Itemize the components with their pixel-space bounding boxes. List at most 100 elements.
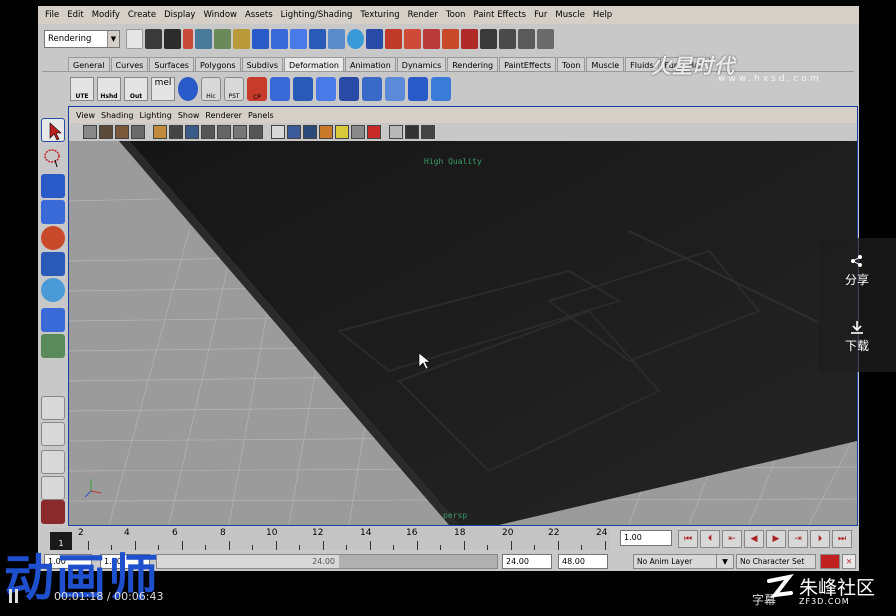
menu-modify[interactable]: Modify [88,6,124,24]
character-set-dropdown[interactable]: No Character Set [736,554,816,569]
menu-help[interactable]: Help [589,6,616,24]
shelf-tab-painteffects[interactable]: PaintEffects [499,57,557,72]
bend-icon[interactable]: Hic [201,76,221,101]
high-quality-icon[interactable] [367,125,381,139]
snap-plane-icon[interactable] [309,29,326,49]
new-scene-icon[interactable] [126,29,143,49]
hypershade-icon[interactable] [442,29,459,49]
layout-four-icon[interactable] [41,422,65,446]
sculpt-icon[interactable] [339,76,359,101]
nonlinear-icon[interactable] [362,76,382,101]
playback-end-field[interactable]: 24.00 [502,554,552,569]
shelf-tab-animation[interactable]: Animation [344,57,396,72]
xray-joints-icon[interactable] [421,125,435,139]
gate-mask-icon[interactable] [217,125,231,139]
wire-icon[interactable] [316,76,336,101]
lasso-tool-icon[interactable] [41,146,65,170]
field-chart-icon[interactable] [233,125,247,139]
mask-icon[interactable] [233,29,250,49]
menu-texturing[interactable]: Texturing [356,6,403,24]
play-backwards-icon[interactable]: ◀ [744,530,764,548]
shelf-tab-deformation[interactable]: Deformation [284,57,344,72]
snap-surface-icon[interactable] [328,29,345,49]
shelf-button-hshd[interactable]: Hshd [97,76,121,101]
layout-single-icon[interactable] [41,396,65,420]
render-view-icon[interactable] [461,29,478,49]
go-to-start-icon[interactable]: ⏮ [678,530,698,548]
ipr-icon[interactable] [404,29,421,49]
download-button[interactable]: 下载 [818,320,896,354]
menu-assets[interactable]: Assets [241,6,277,24]
menu-paint-effects[interactable]: Paint Effects [469,6,530,24]
panel-menu-view[interactable]: View [73,111,98,120]
grease-pencil-icon[interactable] [153,125,167,139]
step-forward-frame-icon[interactable]: ⏵ [810,530,830,548]
range-track[interactable]: 24.00 [156,554,498,569]
range-handle[interactable]: 24.00 [157,555,339,568]
auto-key-icon[interactable] [820,554,840,569]
menu-create[interactable]: Create [124,6,160,24]
shelf-tab-toon[interactable]: Toon [557,57,586,72]
shelf-tab-muscle[interactable]: Muscle [586,57,625,72]
squash-icon[interactable] [431,76,451,101]
current-time-field[interactable]: 1.00 [620,530,672,546]
shelf-tab-dynamics[interactable]: Dynamics [396,57,447,72]
texture-icon[interactable] [319,125,333,139]
universal-manipulator-icon[interactable] [41,278,65,302]
menu-set-select[interactable]: Rendering ▼ [44,30,120,48]
shelf-tab-general[interactable]: General [68,57,110,72]
shelf-tab-rendering[interactable]: Rendering [447,57,499,72]
film-gate-icon[interactable] [185,125,199,139]
step-back-key-icon[interactable]: ⇤ [722,530,742,548]
preferences-icon[interactable]: ✕ [842,554,856,569]
select-hierarchy-icon[interactable] [183,29,193,49]
play-forwards-icon[interactable]: ▶ [766,530,786,548]
panel-menu-panels[interactable]: Panels [245,111,277,120]
camera-attributes-icon[interactable] [83,125,97,139]
resolution-gate-icon[interactable] [201,125,215,139]
soft-modification-icon[interactable] [41,308,65,332]
anim-layer-arrow-icon[interactable]: ▼ [716,554,734,569]
show-manipulator-icon[interactable] [41,334,65,358]
wave-icon[interactable] [408,76,428,101]
viewport-3d[interactable]: High Quality persp [69,141,857,525]
shelf-tab-curves[interactable]: Curves [110,57,149,72]
isolate-select-icon[interactable] [389,125,403,139]
end-time-field[interactable]: 48.00 [558,554,608,569]
lights-icon[interactable] [335,125,349,139]
step-back-frame-icon[interactable]: ⏴ [700,530,720,548]
save-scene-icon[interactable] [164,29,181,49]
cluster-icon[interactable]: CP [247,76,267,101]
select-object-icon[interactable] [195,29,212,49]
xray-icon[interactable] [405,125,419,139]
play-icon[interactable] [8,588,20,604]
render-icon[interactable] [385,29,402,49]
tool-settings-icon[interactable] [518,29,535,49]
menu-render[interactable]: Render [404,6,442,24]
help-icon[interactable] [366,29,383,49]
safe-action-icon[interactable] [249,125,263,139]
menu-lighting-shading[interactable]: Lighting/Shading [277,6,357,24]
wireframe-icon[interactable] [271,125,285,139]
grid-icon[interactable] [169,125,183,139]
panel-menu-lighting[interactable]: Lighting [136,111,174,120]
panel-menu-show[interactable]: Show [175,111,203,120]
go-to-end-icon[interactable]: ⏭ [832,530,852,548]
shelf-tab-subdivs[interactable]: Subdivs [241,57,284,72]
menu-file[interactable]: File [41,6,63,24]
twist-icon[interactable] [385,76,405,101]
outliner-icon[interactable] [537,29,554,49]
smooth-shade-icon[interactable] [287,125,301,139]
wrap-icon[interactable] [293,76,313,101]
snap-grid-icon[interactable] [252,29,269,49]
share-button[interactable]: 分享 [818,254,896,288]
wireframe-on-shaded-icon[interactable] [303,125,317,139]
snap-point-icon[interactable] [290,29,307,49]
paint-select-tool-icon[interactable] [41,174,65,198]
bookmark-icon[interactable] [99,125,113,139]
shelf-tab-polygons[interactable]: Polygons [194,57,241,72]
paint-skin-icon[interactable]: PST [224,76,244,101]
two-d-pan-icon[interactable] [131,125,145,139]
attribute-editor-icon[interactable] [480,29,497,49]
shelf-button-mel[interactable]: mel [151,76,175,101]
